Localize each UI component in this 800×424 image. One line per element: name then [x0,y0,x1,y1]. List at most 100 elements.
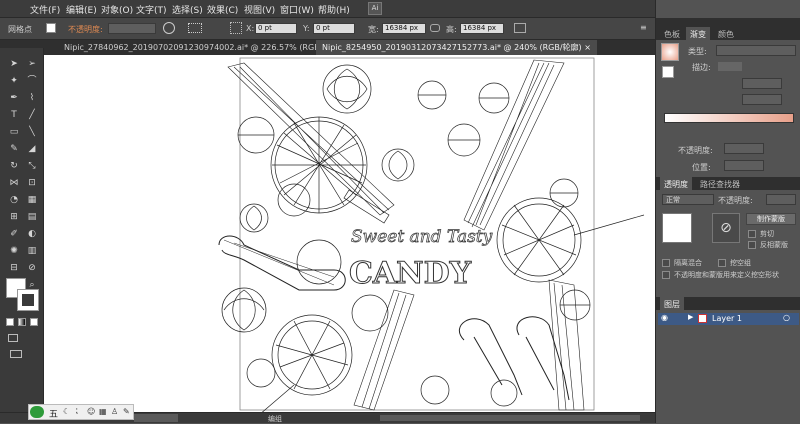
column-graph-tool-icon[interactable]: ▥ [26,245,38,257]
tab-pathfinder[interactable]: 路径查找器 [696,177,744,190]
type-tool-icon[interactable]: T [8,109,20,121]
artboard-tool-icon[interactable]: ⊟ [8,262,20,274]
stroke-gradient-icons[interactable] [718,62,742,71]
layer-row[interactable]: ◉ ▶ Layer 1 ○ [658,313,799,325]
blend-mode-dropdown[interactable]: 正常 [662,194,714,205]
menu-item[interactable]: 对象(O) [101,3,133,16]
menu-item[interactable]: 文件(F) [30,3,60,16]
horizontal-scrollbar[interactable] [380,415,640,421]
eraser-tool-icon[interactable]: ◢ [26,143,38,155]
moon-icon[interactable]: ☾ [63,407,70,416]
screen-mode-icon[interactable] [10,350,22,358]
lasso-tool-icon[interactable]: ⌒ [26,75,38,87]
app-mode-badge[interactable]: Ai [368,2,382,15]
menu-item[interactable]: 效果(C) [207,3,238,16]
perspective-grid-tool-icon[interactable]: ▦ [26,194,38,206]
object-thumbnail[interactable] [662,213,692,243]
clip-checkbox[interactable] [748,230,756,238]
more-options-icon[interactable]: ≡ [640,23,650,33]
y-input[interactable]: 0 pt [313,23,355,34]
gradient-mode-icon[interactable] [18,318,26,326]
menu-item[interactable]: 窗口(W) [280,3,314,16]
gradient-opacity-field[interactable] [724,143,764,154]
selection-tool-icon[interactable]: ➤ [8,58,20,70]
rotate-tool-icon[interactable]: ↻ [8,160,20,172]
gradient-slider[interactable] [664,113,794,123]
define-knockout-checkbox[interactable] [662,271,670,279]
tab-swatches[interactable]: 色板 [660,27,684,40]
emoji-icon[interactable]: ☺ [87,407,95,416]
visibility-eye-icon[interactable]: ◉ [661,313,668,322]
keyboard-icon[interactable]: ▦ [99,407,107,416]
aspect-dropdown[interactable] [742,94,782,105]
menu-item[interactable]: 帮助(H) [318,3,350,16]
menu-item[interactable]: 视图(V) [244,3,275,16]
blend-tool-icon[interactable]: ◐ [26,228,38,240]
gradient-position-field[interactable] [724,160,764,171]
tab-color[interactable]: 颜色 [714,27,738,40]
gradient-slider-stops[interactable] [664,128,794,134]
wrench-icon[interactable]: ✎ [123,407,130,416]
document-tab-1[interactable]: Nipic_27840962_20190702091230974002.ai* … [58,40,357,55]
drawing-mode-icon[interactable] [8,334,18,342]
rectangle-tool-icon[interactable]: ▭ [8,126,20,138]
recolor-icon[interactable] [163,22,175,34]
color-mode-icon[interactable] [6,318,14,326]
gradient-tool-icon[interactable]: ▤ [26,211,38,223]
mask-thumbnail-icon[interactable]: ⊘ [712,213,740,243]
h-input[interactable]: 16384 px [460,23,504,34]
tab-layers[interactable]: 图层 [660,297,684,310]
artboard-canvas[interactable]: Sweet and Tasty CANDY [44,55,655,412]
punctuation-icon[interactable]: ⁏ [75,406,78,416]
menu-item[interactable]: 文字(T) [136,3,167,16]
transform-icon[interactable] [514,23,526,33]
mesh-tool-icon[interactable]: ⊞ [8,211,20,223]
magic-wand-tool-icon[interactable]: ✦ [8,75,20,87]
width-tool-icon[interactable]: ⋈ [8,177,20,189]
gradient-type-dropdown[interactable] [716,45,796,56]
layer-target-icon[interactable]: ○ [783,313,790,322]
close-icon[interactable]: × [584,43,591,52]
none-mode-icon[interactable] [30,318,38,326]
ime-mode-label[interactable]: 五 [49,407,58,420]
direct-selection-tool-icon[interactable]: ➢ [26,58,38,70]
pencil-tool-icon[interactable]: ✎ [8,143,20,155]
w-input[interactable]: 16384 px [382,23,426,34]
tab-transparency[interactable]: 透明度 [660,177,692,190]
align-icon[interactable] [188,23,202,33]
transparency-opacity-field[interactable] [766,194,796,205]
toolbox-grip[interactable] [0,40,44,48]
panel-collapse-bar[interactable] [656,18,800,27]
layer-name[interactable]: Layer 1 [712,314,742,323]
make-mask-button[interactable]: 制作蒙版 [746,213,796,225]
gradient-thumbnail[interactable] [661,43,679,61]
zoom-field[interactable] [134,414,178,422]
expand-triangle-icon[interactable]: ▶ [688,313,693,321]
menu-item[interactable]: 编辑(E) [66,3,97,16]
angle-dropdown[interactable] [742,78,782,89]
document-tab-2[interactable]: Nipic_8254950_20190312073427152773.ai* @… [316,40,597,55]
scale-tool-icon[interactable]: ⤡ [26,160,38,172]
stroke-color-icon[interactable] [17,289,39,311]
fill-stroke-icon[interactable] [662,66,674,78]
fill-swatch[interactable] [46,23,56,33]
invert-mask-checkbox[interactable] [748,241,756,249]
isolate-blending-checkbox[interactable] [662,259,670,267]
ime-logo-icon[interactable] [30,406,44,418]
slice-tool-icon[interactable]: ⊘ [26,262,38,274]
reference-point-icon[interactable] [230,22,242,34]
opacity-dropdown[interactable] [108,23,156,34]
user-icon[interactable]: ♙ [111,407,118,416]
knockout-group-checkbox[interactable] [718,259,726,267]
shape-builder-tool-icon[interactable]: ◔ [8,194,20,206]
tab-gradient[interactable]: 渐变 [686,27,710,40]
line-tool-icon[interactable]: ╱ [26,109,38,121]
menu-item[interactable]: 选择(S) [172,3,203,16]
x-input[interactable]: 0 pt [255,23,297,34]
pen-tool-icon[interactable]: ✒ [8,92,20,104]
symbol-sprayer-tool-icon[interactable]: ✺ [8,245,20,257]
eyedropper-tool-icon[interactable]: ✐ [8,228,20,240]
curvature-tool-icon[interactable]: ⌇ [26,92,38,104]
free-transform-tool-icon[interactable]: ⊡ [26,177,38,189]
paintbrush-tool-icon[interactable]: ╲ [26,126,38,138]
